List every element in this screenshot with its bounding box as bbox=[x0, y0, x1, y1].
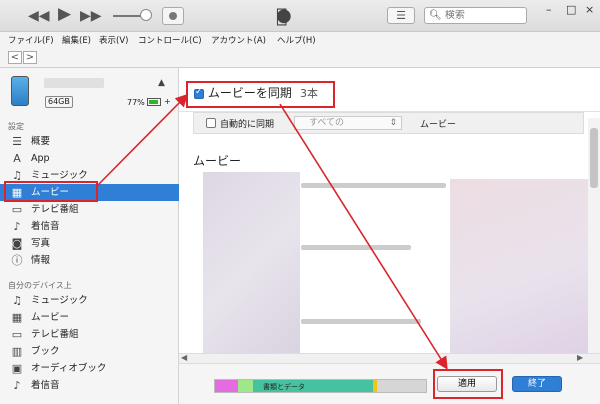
highlight-box-movies bbox=[4, 181, 98, 202]
sidebar-item-tv[interactable]: ▭ テレビ番組 bbox=[0, 201, 179, 218]
minimize-button[interactable]: – bbox=[546, 3, 552, 16]
sidebar-item-ringtones[interactable]: ♪ 着信音 bbox=[0, 218, 179, 235]
forward-icon[interactable]: ▶▶ bbox=[80, 8, 102, 24]
bottom-bar: 書類とデータ 適用 終了 bbox=[179, 363, 600, 404]
capacity-segment-free bbox=[377, 380, 426, 392]
highlight-box-apply bbox=[433, 369, 503, 399]
eject-icon[interactable]: ▲ bbox=[158, 78, 165, 88]
sidebar-item-device-books[interactable]: ▥ ブック bbox=[0, 343, 179, 360]
close-button[interactable]: × bbox=[585, 3, 594, 16]
search-box[interactable]: 🔍︎ bbox=[424, 7, 527, 24]
tv-icon: ▭ bbox=[11, 203, 23, 216]
movie-thumbnail[interactable] bbox=[450, 179, 600, 359]
scrollbar-thumb[interactable] bbox=[590, 128, 598, 188]
horizontal-scrollbar[interactable]: ◀ ▶ bbox=[179, 353, 600, 363]
capacity-segment-photos bbox=[215, 380, 239, 392]
bell-icon: ♪ bbox=[13, 220, 21, 233]
scroll-right-icon[interactable]: ▶ bbox=[577, 353, 583, 362]
maximize-button[interactable]: □ bbox=[566, 3, 576, 16]
list-view-icon[interactable]: ☰ bbox=[387, 7, 415, 24]
auto-sync-checkbox[interactable] bbox=[206, 118, 216, 128]
sidebar-item-label: オーディオブック bbox=[31, 363, 107, 374]
apple-logo-icon: ● bbox=[276, 5, 292, 27]
battery-icon bbox=[147, 98, 161, 106]
auto-sync-suffix: ムービー bbox=[420, 120, 457, 130]
menu-bar: ファイル(F) 編集(E) 表示(V) コントロール(C) アカウント(A) ヘ… bbox=[0, 32, 600, 48]
music-icon: ♫ bbox=[12, 294, 22, 307]
menu-edit[interactable]: 編集(E) bbox=[62, 34, 91, 46]
sidebar-item-label: テレビ番組 bbox=[31, 204, 79, 215]
sidebar-item-device-ringtones[interactable]: ♪ 着信音 bbox=[0, 377, 179, 394]
device-name-redacted bbox=[44, 78, 104, 88]
sidebar-item-label: 写真 bbox=[31, 238, 51, 249]
sidebar-item-label: ミュージック bbox=[31, 295, 88, 306]
info-icon: ⓘ bbox=[11, 254, 23, 267]
menu-view[interactable]: 表示(V) bbox=[99, 34, 128, 46]
settings-header: 設定 bbox=[8, 122, 24, 131]
nav-bar: < > bbox=[0, 48, 600, 68]
sidebar-item-summary[interactable]: ☰ 概要 bbox=[0, 133, 179, 150]
sidebar-item-label: 概要 bbox=[31, 136, 51, 147]
camera-icon: ◙ bbox=[11, 237, 23, 250]
search-icon: 🔍︎ bbox=[429, 10, 442, 21]
sidebar-item-app[interactable]: A App bbox=[0, 150, 179, 167]
book-icon: ▥ bbox=[11, 345, 23, 358]
sidebar-item-label: テレビ番組 bbox=[31, 329, 79, 340]
sidebar-item-label: 情報 bbox=[31, 255, 51, 266]
movies-section-title: ムービー bbox=[193, 154, 242, 168]
capacity-bar: 書類とデータ bbox=[214, 379, 427, 393]
sidebar-item-label: ムービー bbox=[31, 312, 70, 323]
iphone-icon[interactable] bbox=[11, 76, 29, 106]
movie-title-blurred bbox=[301, 245, 411, 250]
rewind-icon[interactable]: ◀◀ bbox=[28, 8, 50, 24]
sidebar-item-info[interactable]: ⓘ 情報 bbox=[0, 252, 179, 269]
sidebar-item-label: ブック bbox=[31, 346, 60, 357]
main-panel: ムービーを同期 3本 自動的に同期 すべての ⇕ ムービー ムービー ◀ ▶ 書… bbox=[179, 68, 600, 404]
airplay-icon[interactable] bbox=[162, 7, 184, 25]
chevron-updown-icon: ⇕ bbox=[389, 118, 397, 128]
device-capacity: 64GB bbox=[45, 96, 73, 108]
forward-button[interactable]: > bbox=[23, 51, 37, 64]
back-button[interactable]: < bbox=[8, 51, 22, 64]
sidebar-item-device-tv[interactable]: ▭ テレビ番組 bbox=[0, 326, 179, 343]
sidebar-item-device-audiobooks[interactable]: ▣ オーディオブック bbox=[0, 360, 179, 377]
charging-icon: + bbox=[164, 97, 171, 106]
tv-icon: ▭ bbox=[11, 328, 23, 341]
movie-thumbnail[interactable] bbox=[203, 172, 300, 358]
menu-help[interactable]: ヘルプ(H) bbox=[277, 34, 316, 46]
done-button[interactable]: 終了 bbox=[512, 376, 562, 392]
title-bar: ◀◀ ▶ ▶▶ ● ☰ 🔍︎ – □ × bbox=[0, 0, 600, 32]
audiobook-icon: ▣ bbox=[11, 362, 23, 375]
movie-icon: ▦ bbox=[11, 311, 23, 324]
sidebar-item-label: 着信音 bbox=[31, 221, 60, 232]
sidebar-item-device-movies[interactable]: ▦ ムービー bbox=[0, 309, 179, 326]
capacity-label: 書類とデータ bbox=[263, 383, 305, 391]
sidebar-item-photos[interactable]: ◙ 写真 bbox=[0, 235, 179, 252]
movie-title-blurred bbox=[301, 319, 421, 324]
menu-control[interactable]: コントロール(C) bbox=[138, 34, 202, 46]
volume-slider-knob[interactable] bbox=[140, 9, 152, 21]
auto-sync-row: 自動的に同期 すべての ⇕ ムービー bbox=[193, 112, 584, 134]
auto-sync-select[interactable]: すべての ⇕ bbox=[294, 116, 402, 130]
menu-file[interactable]: ファイル(F) bbox=[8, 34, 54, 46]
movie-title-blurred bbox=[301, 183, 446, 188]
vertical-scrollbar[interactable] bbox=[588, 118, 600, 353]
highlight-box-sync bbox=[186, 81, 335, 108]
search-input[interactable] bbox=[444, 10, 515, 21]
scroll-left-icon[interactable]: ◀ bbox=[181, 353, 187, 362]
bell-icon: ♪ bbox=[13, 379, 21, 392]
sidebar: ▲ 64GB 77% + 設定 ☰ 概要 A App ♫ ミュージック ▦ ムー… bbox=[0, 68, 179, 404]
sidebar-item-label: App bbox=[31, 153, 50, 164]
menu-account[interactable]: アカウント(A) bbox=[211, 34, 266, 46]
battery-percent: 77% bbox=[127, 98, 145, 107]
play-icon[interactable]: ▶ bbox=[58, 6, 71, 23]
auto-sync-select-value: すべての bbox=[309, 118, 345, 128]
auto-sync-label: 自動的に同期 bbox=[220, 120, 275, 130]
sidebar-item-device-music[interactable]: ♫ ミュージック bbox=[0, 292, 179, 309]
on-device-header: 自分のデバイス上 bbox=[8, 281, 72, 290]
capacity-segment-apps bbox=[238, 380, 253, 392]
sidebar-item-label: 着信音 bbox=[31, 380, 60, 391]
summary-icon: ☰ bbox=[12, 135, 22, 148]
app-icon: A bbox=[13, 152, 21, 165]
